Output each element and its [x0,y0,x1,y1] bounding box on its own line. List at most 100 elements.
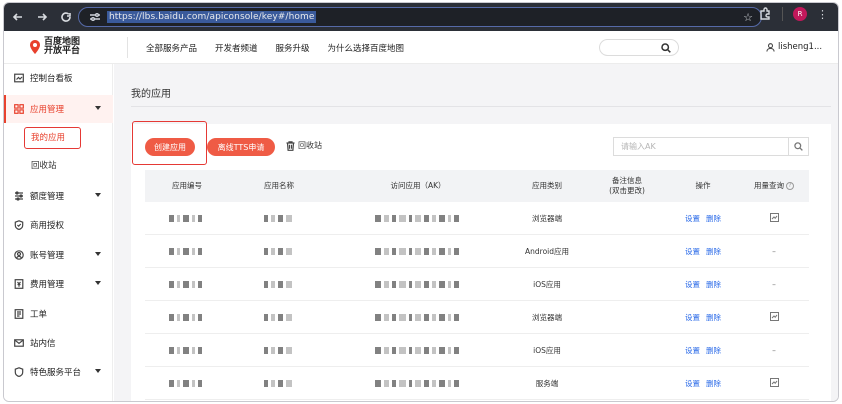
app-type-text: Android应用 [525,247,569,256]
sidebar-item-recycle-bin[interactable]: 回收站 [4,152,113,178]
delete-link[interactable]: 删除 [706,345,721,356]
settings-link[interactable]: 设置 [685,345,700,356]
usage-chart-icon[interactable] [769,312,779,323]
sidebar-item-inbox[interactable]: 站内信 [4,329,113,357]
caret-down-icon [95,369,101,373]
delete-link[interactable]: 删除 [706,378,721,389]
usage-chart-icon[interactable] [769,213,779,224]
site-info-icon[interactable] [87,11,103,23]
cell-usage [739,367,809,400]
settings-link[interactable]: 设置 [685,279,700,290]
sidebar-item-label: 应用管理 [30,105,65,115]
cell-remark[interactable] [587,268,667,301]
settings-link[interactable]: 设置 [685,246,700,257]
cell-ak [329,202,507,235]
delete-link[interactable]: 删除 [706,246,721,257]
ak-search-button[interactable] [788,138,808,155]
sidebar-item-label: 回收站 [31,161,57,171]
forward-button[interactable] [32,7,52,27]
recycle-bin-label: 回收站 [298,141,322,150]
main-content: 我的应用 创建应用 离线TTS申请 回收站 应用编号 应用名称 访问应用（AK）… [114,64,838,401]
toolbar-divider [782,7,783,21]
offline-tts-button[interactable]: 离线TTS申请 [207,138,275,156]
baidu-map-logo[interactable]: 百度地图 开放平台 [30,38,80,56]
nav-service-upgrade[interactable]: 服务升级 [276,42,310,54]
username: lisheng1... [778,42,823,52]
shield-icon [14,220,24,230]
cell-app-type: 浏览器端 [507,202,587,235]
redacted-text [169,313,205,323]
highlight-create-app [132,121,207,165]
col-usage-label: 用量查询 [754,181,784,190]
settings-link[interactable]: 设置 [685,213,700,224]
cell-remark[interactable] [587,367,667,400]
sidebar-item-quota[interactable]: 额度管理 [4,182,113,210]
app-type-text: 浏览器端 [532,214,562,223]
app-type-text: iOS应用 [533,346,561,355]
apps-icon [14,104,24,114]
cell-ak [329,334,507,367]
extensions-icon[interactable] [758,7,772,21]
sidebar-item-commercial-license[interactable]: 商用授权 [4,211,113,239]
header-divider [127,37,128,58]
sidebar-item-ticket[interactable]: 工单 [4,300,113,328]
cell-app-type: iOS应用 [507,268,587,301]
quota-icon [14,191,24,201]
dashboard-icon [14,73,24,83]
ak-search-input[interactable] [614,138,788,155]
redacted-text [263,379,295,389]
url-text[interactable]: https://lbs.baidu.com/apiconsole/key#/ho… [107,11,317,23]
col-ak: 访问应用（AK） [390,181,446,190]
sidebar-item-featured-services[interactable]: 特色服务平台 [4,358,113,386]
cell-remark[interactable] [587,334,667,367]
cell-usage: – [739,268,809,301]
cell-app-type: iOS应用 [507,334,587,367]
delete-link[interactable]: 删除 [706,213,721,224]
reload-button[interactable] [56,7,76,27]
settings-link[interactable]: 设置 [685,312,700,323]
redacted-text [169,247,205,257]
cell-remark[interactable] [587,301,667,334]
col-app-id: 应用编号 [172,181,202,190]
app-type-text: 服务端 [535,379,559,388]
help-icon[interactable]: ? [786,182,794,190]
nav-why-baidu-map[interactable]: 为什么选择百度地图 [328,42,405,54]
cell-remark[interactable] [587,202,667,235]
redacted-text [263,247,295,257]
cell-ak [329,367,507,400]
nav-all-products[interactable]: 全部服务产品 [146,42,197,54]
caret-down-icon [95,281,101,285]
cell-ak [329,301,507,334]
top-navigation: 全部服务产品 开发者频道 服务升级 为什么选择百度地图 [146,42,422,54]
delete-link[interactable]: 删除 [706,279,721,290]
recycle-bin-link[interactable]: 回收站 [286,140,322,151]
browser-menu-icon[interactable]: ⋮ [817,8,828,21]
redacted-text [169,214,205,224]
site-header: 百度地图 开放平台 全部服务产品 开发者频道 服务升级 为什么选择百度地图 li… [4,31,838,64]
cell-app-type: 服务端 [507,367,587,400]
cell-remark[interactable] [587,235,667,268]
profile-avatar[interactable]: R [793,7,807,21]
col-remark-line2: (双击更改) [609,186,645,195]
sidebar-item-dashboard[interactable]: 控制台看板 [4,64,113,92]
reload-icon [61,12,71,22]
sidebar-item-billing[interactable]: 费用管理 [4,270,113,298]
address-bar[interactable]: https://lbs.baidu.com/apiconsole/key#/ho… [78,7,762,27]
col-remark-line1: 备注信息 [612,176,642,185]
sidebar-item-account[interactable]: 账号管理 [4,241,113,269]
delete-link[interactable]: 删除 [706,312,721,323]
scrollbar[interactable] [825,124,831,401]
cell-ops: 设置 删除 [667,334,739,367]
table-row: 服务端 设置 删除 [145,367,809,400]
header-search[interactable] [599,39,679,56]
search-icon[interactable] [661,43,671,53]
cell-usage [739,301,809,334]
usage-chart-icon[interactable] [769,378,779,389]
user-menu[interactable]: lisheng1... [766,42,822,52]
redacted-text [169,280,205,290]
sidebar-item-app-management[interactable]: 应用管理 [4,95,113,123]
nav-developer-channel[interactable]: 开发者频道 [215,42,258,54]
back-button[interactable] [8,7,28,27]
cell-app-name [229,202,329,235]
settings-link[interactable]: 设置 [685,378,700,389]
